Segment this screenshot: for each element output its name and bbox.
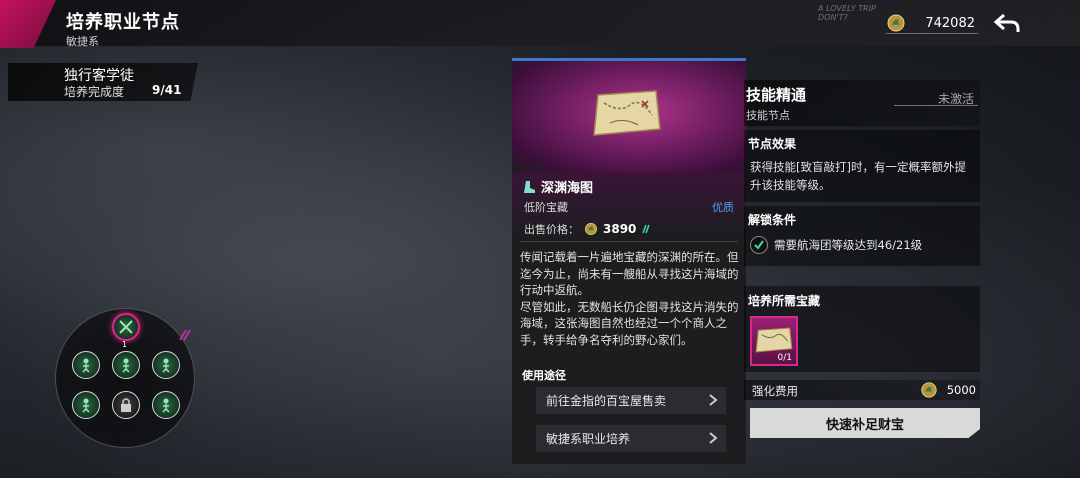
usage-label: 敏捷系职业培养: [546, 432, 631, 446]
figure-icon: [82, 358, 90, 373]
usage-title: 使用途径: [522, 369, 566, 382]
item-price-row: 出售价格： 3890: [524, 221, 651, 237]
node-level: 1: [122, 340, 128, 349]
effect-title: 节点效果: [748, 137, 797, 151]
effect-text: 获得技能[致盲敲打]时，有一定概率额外提升该技能等级。: [750, 160, 966, 192]
skill-node-right-bottom[interactable]: [152, 391, 180, 419]
quick-refill-button[interactable]: 快速补足财宝: [750, 408, 980, 438]
class-name: 独行客学徒: [64, 68, 134, 84]
figure-icon: [82, 398, 90, 413]
figure-icon: [122, 358, 130, 373]
unlock-condition-row: 需要航海团等级达到46/21级: [750, 236, 922, 254]
skill-node-crossed-swords[interactable]: [112, 313, 140, 341]
treasure-title: 培养所需宝藏: [748, 294, 821, 308]
back-arrow-icon: [993, 13, 1020, 32]
progress-panel: 独行客学徒 培养完成度 9/41: [8, 63, 198, 101]
skill-node-locked[interactable]: [112, 391, 140, 419]
skill-tree: 1: [55, 308, 195, 448]
cost-value: 5000: [946, 383, 976, 397]
dragon-coin-icon: [887, 14, 905, 32]
dragon-coin-icon: [921, 382, 937, 398]
back-button[interactable]: [990, 8, 1024, 38]
treasure-count: 0/1: [777, 353, 792, 363]
chevron-right-icon: [709, 432, 718, 444]
status-underline: [894, 105, 978, 106]
item-name-row: 深渊海图: [522, 177, 593, 196]
checkmark-icon: [750, 236, 768, 254]
item-divider: [520, 241, 738, 242]
progress-value: 9/41: [152, 83, 182, 97]
skill-name: 技能精通: [746, 86, 807, 104]
crossed-swords-icon: [119, 320, 133, 334]
usage-cultivate-button[interactable]: 敏捷系职业培养: [536, 425, 726, 452]
skill-panel: 技能精通 未激活 技能节点 节点效果 获得技能[致盲敲打]时，有一定概率额外提升…: [744, 80, 980, 440]
skill-node-left-top[interactable]: [72, 351, 100, 379]
watermark-logo: A LOVELY TRIP DON'T?: [818, 4, 876, 22]
page-title: 培养职业节点: [66, 12, 180, 33]
skill-node-left-bottom[interactable]: [72, 391, 100, 419]
item-name: 深渊海图: [541, 181, 594, 196]
page-subtitle: 敏捷系: [66, 35, 99, 48]
price-value: 3890: [603, 222, 637, 236]
usage-sell-button[interactable]: 前往金指的百宝屋售卖: [536, 387, 726, 414]
lock-icon: [121, 398, 131, 412]
unlock-condition: 需要航海团等级达到46/21级: [774, 238, 923, 252]
figure-icon: [162, 358, 170, 373]
figure-icon: [162, 398, 170, 413]
item-type: 低阶宝藏: [524, 201, 568, 214]
progress-label: 培养完成度: [64, 85, 125, 99]
cost-row: 强化费用 5000: [744, 380, 980, 400]
dragon-coin-icon: [585, 223, 597, 235]
item-description: 传闻记载着一片遍地宝藏的深渊的所在。但迄今为止，尚未有一艘船从寻找这片海域的行动…: [520, 250, 739, 347]
treasure-slot[interactable]: 0/1: [750, 316, 798, 366]
skill-node-center[interactable]: [112, 351, 140, 379]
slash-mark-icon: [642, 224, 651, 234]
slash-mark-icon: [179, 329, 191, 341]
item-quality: 优质: [712, 201, 734, 214]
item-detail-panel: 深渊海图 低阶宝藏 优质 出售价格： 3890 传闻记载着一片遍地宝藏的深渊的所…: [512, 58, 746, 464]
currency-display: 742082: [886, 14, 978, 34]
skill-node-right-top[interactable]: [152, 351, 180, 379]
usage-label: 前往金指的百宝屋售卖: [546, 394, 667, 408]
unlock-title: 解锁条件: [748, 213, 797, 227]
cost-label: 强化费用: [752, 384, 798, 398]
boot-icon: [524, 180, 535, 193]
price-label: 出售价格：: [524, 223, 579, 236]
skill-subtitle: 技能节点: [746, 109, 790, 122]
currency-value: 742082: [925, 16, 975, 31]
treasure-map-icon: [593, 90, 661, 136]
chevron-right-icon: [709, 394, 718, 406]
treasure-map-icon: [755, 327, 793, 353]
